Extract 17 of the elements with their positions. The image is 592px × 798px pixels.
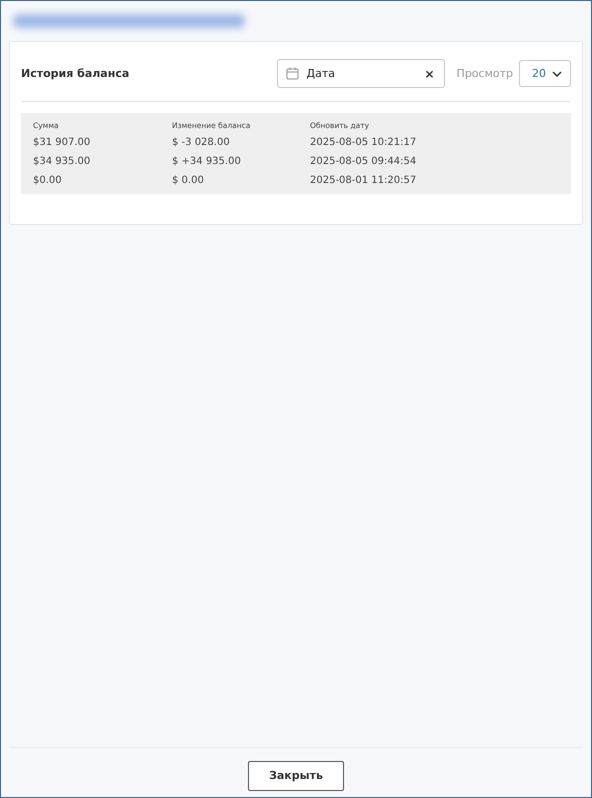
date-field[interactable]: Дата × <box>276 59 445 88</box>
table-cell-text: $ -3 028.00 <box>172 137 231 148</box>
table-cell: 2025-08-05 09:44:54 <box>310 156 416 167</box>
table-cell-text: $ 0.00 <box>172 175 205 186</box>
chevron-down-icon <box>552 70 562 76</box>
clear-button[interactable]: × <box>424 66 435 80</box>
table-cell-text: $ +34 935.00 <box>172 156 242 167</box>
card-title: История баланса <box>21 67 130 80</box>
table-cell: 2025-08-01 11:20:57 <box>310 175 416 186</box>
table-cell-text: $0.00 <box>33 175 63 186</box>
calendar-icon <box>286 67 299 80</box>
view-label: Просмотр <box>456 67 513 80</box>
table-cell-text: $31 907.00 <box>33 137 92 148</box>
page-size-select[interactable]: 20 <box>519 60 571 87</box>
table-cell-text: $34 935.00 <box>33 156 92 167</box>
close-button[interactable]: Закрыть <box>248 760 344 790</box>
table-cell: 2025-08-05 10:21:17 <box>310 137 416 148</box>
